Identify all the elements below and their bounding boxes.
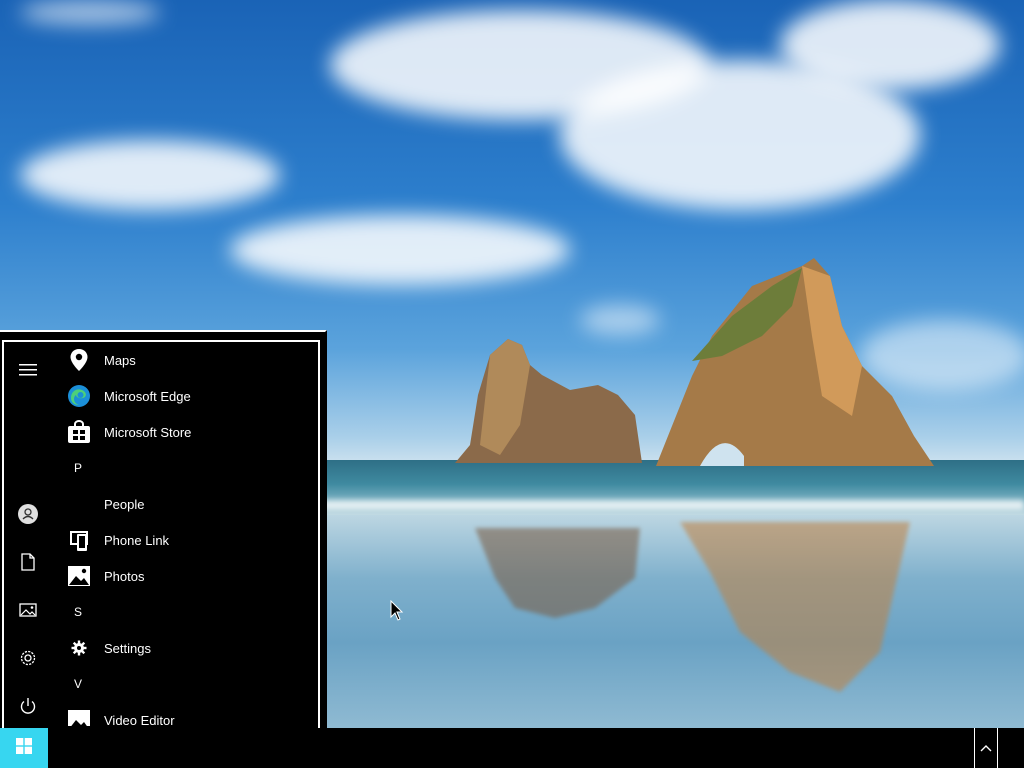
app-label: Video Editor — [104, 712, 175, 728]
photos-icon — [66, 563, 92, 589]
section-letter-v[interactable]: V — [60, 666, 100, 702]
documents-icon[interactable] — [10, 544, 46, 580]
app-label: Microsoft Edge — [104, 388, 191, 404]
maps-icon — [66, 347, 92, 373]
phone-link-icon — [66, 527, 92, 553]
app-item-photos[interactable]: Photos — [60, 558, 314, 594]
app-item-phone-link[interactable]: Phone Link — [60, 522, 314, 558]
right-rock — [656, 258, 934, 466]
app-label: Phone Link — [104, 532, 170, 548]
app-label: Maps — [104, 352, 136, 368]
chevron-up-icon — [980, 739, 992, 757]
section-letter-p[interactable]: P — [60, 450, 100, 486]
start-rail — [4, 342, 54, 728]
app-label: People — [104, 496, 145, 512]
power-icon[interactable] — [10, 688, 46, 724]
section-letter-s[interactable]: S — [60, 594, 100, 630]
app-list: Maps Microsoft Edge Microsoft Store P Pe… — [60, 342, 318, 728]
mouse-cursor-icon — [390, 600, 404, 621]
store-icon — [66, 419, 92, 445]
start-button[interactable] — [0, 728, 48, 768]
menu-hamburger-icon[interactable] — [10, 352, 46, 388]
video-editor-icon — [66, 707, 92, 728]
app-item-video-editor[interactable]: Video Editor — [60, 702, 314, 728]
user-account-icon[interactable] — [10, 496, 46, 532]
app-label: Settings — [104, 640, 151, 656]
windows-logo-icon — [16, 737, 32, 759]
left-rock — [455, 339, 642, 463]
taskbar — [0, 728, 1024, 768]
settings-app-icon — [66, 635, 92, 661]
start-menu-panel: Maps Microsoft Edge Microsoft Store P Pe… — [2, 340, 320, 730]
settings-icon[interactable] — [10, 640, 46, 676]
pictures-icon[interactable] — [10, 592, 46, 628]
app-item-settings[interactable]: Settings — [60, 630, 314, 666]
start-menu: Maps Microsoft Edge Microsoft Store P Pe… — [0, 330, 327, 730]
app-item-maps[interactable]: Maps — [60, 342, 314, 378]
people-icon — [66, 491, 92, 517]
app-label: Photos — [104, 568, 145, 584]
app-item-microsoft-store[interactable]: Microsoft Store — [60, 414, 314, 450]
edge-icon — [66, 383, 92, 409]
app-label: Microsoft Store — [104, 424, 192, 440]
app-item-people[interactable]: People — [60, 486, 314, 522]
show-hidden-icons-button[interactable] — [974, 728, 998, 768]
app-item-microsoft-edge[interactable]: Microsoft Edge — [60, 378, 314, 414]
